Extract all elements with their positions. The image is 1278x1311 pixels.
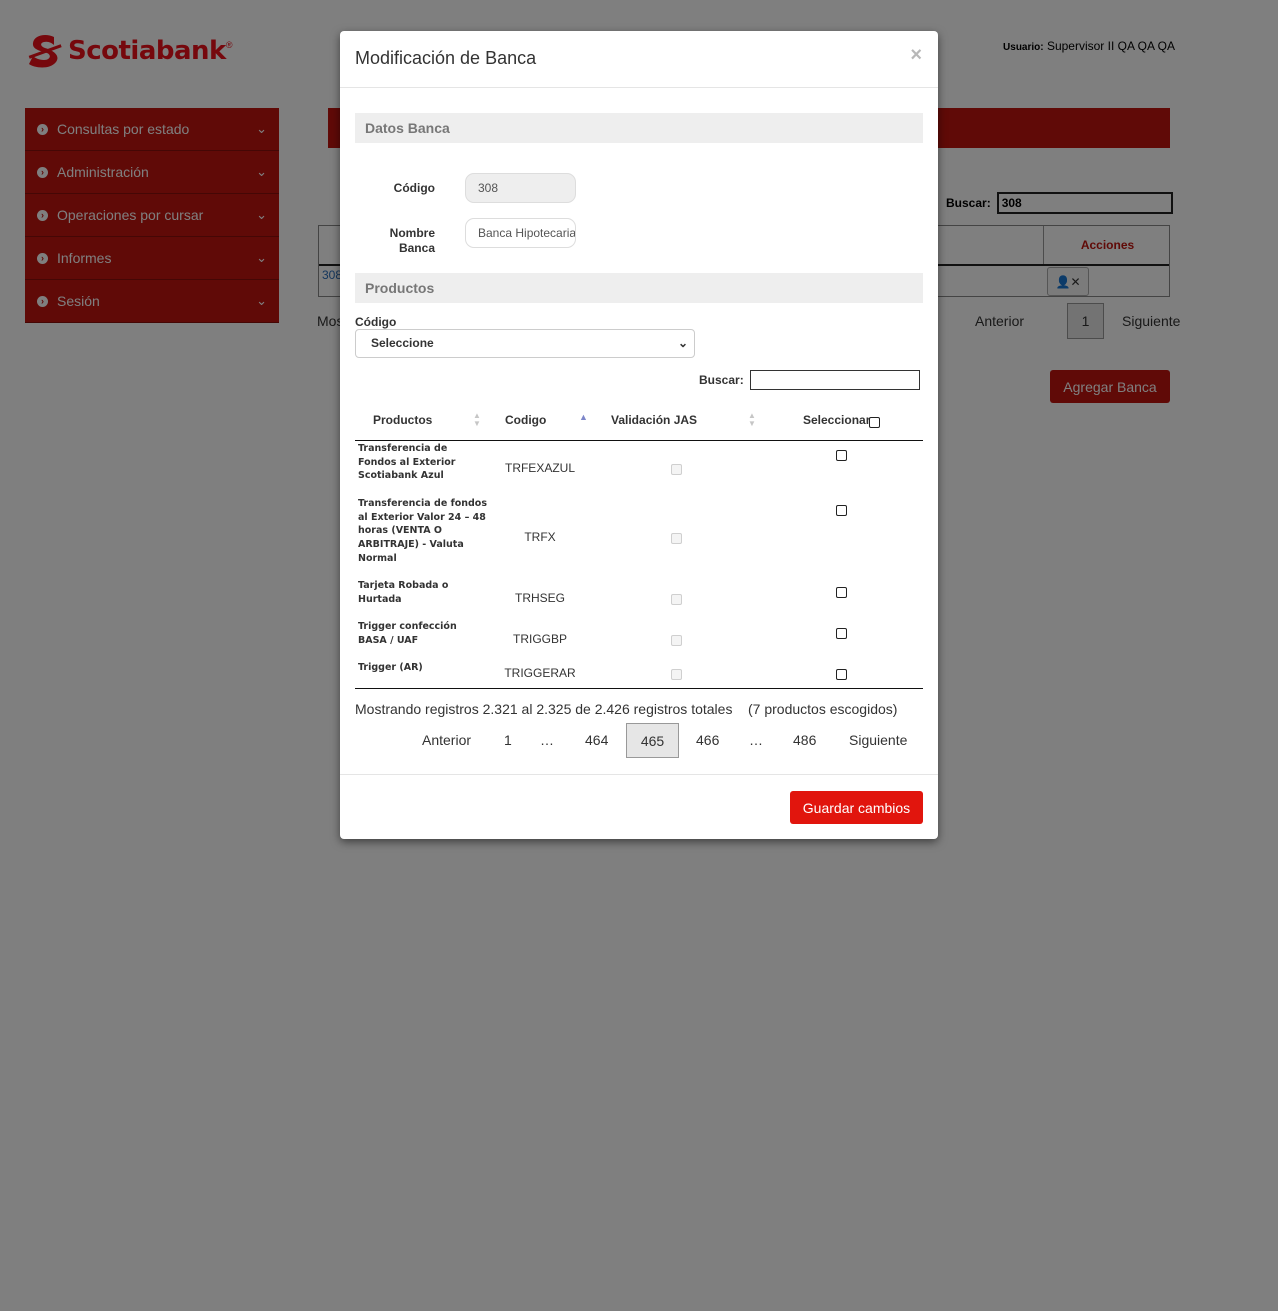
pagination-ellipsis: …: [540, 732, 554, 748]
close-icon[interactable]: ×: [910, 44, 922, 67]
product-name: Trigger (AR): [358, 662, 423, 673]
product-name: Transferencia de Fondos al Exterior Scot…: [358, 443, 456, 482]
product-code: TRHSEG: [514, 591, 565, 605]
sort-icon[interactable]: ▲ ▼: [748, 412, 756, 428]
page-1[interactable]: 1: [504, 732, 512, 748]
next-page-button[interactable]: Siguiente: [849, 732, 907, 748]
page-last[interactable]: 486: [793, 732, 816, 748]
bank-name-field[interactable]: Banca Hipotecaria: [465, 218, 576, 248]
name-label-line1: Nombre: [389, 226, 435, 240]
pagination-ellipsis: …: [749, 732, 763, 748]
products-search-input[interactable]: [749, 370, 920, 390]
code-label: Código: [393, 181, 435, 195]
name-label: Nombre Banca: [380, 226, 435, 256]
page-466[interactable]: 466: [696, 732, 719, 748]
jas-checkbox: [671, 533, 682, 544]
product-name: Transferencia de fondos al Exterior Valo…: [358, 498, 487, 564]
modal-footer: Guardar cambios: [340, 774, 938, 840]
records-range: Mostrando registros 2.321 al 2.325 de 2.…: [355, 701, 733, 717]
select-all-checkbox[interactable]: [869, 417, 880, 428]
select-checkbox[interactable]: [836, 628, 847, 639]
chosen-count: (7 productos escogidos): [748, 701, 898, 717]
col-validacion-jas[interactable]: Validación JAS: [611, 413, 697, 427]
modal-header: Modificación de Banca ×: [340, 31, 938, 88]
jas-checkbox: [671, 594, 682, 605]
products-table-header: Productos ▲ ▼ Codigo ▲ Validación JAS ▲ ▼ …: [355, 404, 923, 441]
productos-section: Productos: [355, 273, 923, 303]
page-464[interactable]: 464: [585, 732, 608, 748]
product-name: Tarjeta Robada o Hurtada: [358, 580, 449, 605]
select-checkbox[interactable]: [836, 587, 847, 598]
product-code: TRFEXAZUL: [504, 461, 575, 475]
product-code: TRIGGBP: [512, 632, 567, 646]
chevron-down-icon: ⌄: [677, 336, 688, 350]
datos-banca-section: Datos Banca: [355, 113, 923, 143]
table-bottom-border: [355, 688, 923, 689]
code-field: 308: [465, 173, 576, 203]
jas-checkbox: [671, 669, 682, 680]
sort-icon[interactable]: ▲ ▼: [473, 412, 481, 428]
select-checkbox[interactable]: [836, 669, 847, 680]
jas-checkbox: [671, 635, 682, 646]
records-info: Mostrando registros 2.321 al 2.325 de 2.…: [355, 701, 897, 717]
page-current[interactable]: 465: [626, 723, 679, 758]
products-search: Buscar:: [699, 370, 920, 390]
product-name: Trigger confección BASA / UAF: [358, 621, 457, 646]
name-label-line2: Banca: [398, 241, 435, 255]
select-checkbox[interactable]: [836, 505, 847, 516]
col-seleccionar[interactable]: Seleccionar: [803, 413, 870, 427]
modal-title: Modificación de Banca: [355, 48, 537, 68]
col-codigo[interactable]: Codigo: [505, 413, 546, 427]
sort-asc-icon[interactable]: ▲: [579, 412, 588, 422]
product-code-label: Código: [355, 315, 397, 329]
edit-bank-modal: Modificación de Banca × Datos Banca Códi…: [340, 31, 938, 839]
save-changes-button[interactable]: Guardar cambios: [790, 791, 923, 824]
prev-page-button[interactable]: Anterior: [422, 732, 471, 748]
product-code: TRIGGERAR: [504, 666, 576, 680]
select-value: Seleccione: [371, 336, 434, 350]
products-search-label: Buscar:: [699, 373, 744, 387]
col-productos[interactable]: Productos: [373, 413, 432, 427]
select-checkbox[interactable]: [836, 450, 847, 461]
jas-checkbox: [671, 464, 682, 475]
product-code: TRFX: [524, 530, 556, 544]
product-code-select[interactable]: Seleccione ⌄: [355, 329, 695, 358]
